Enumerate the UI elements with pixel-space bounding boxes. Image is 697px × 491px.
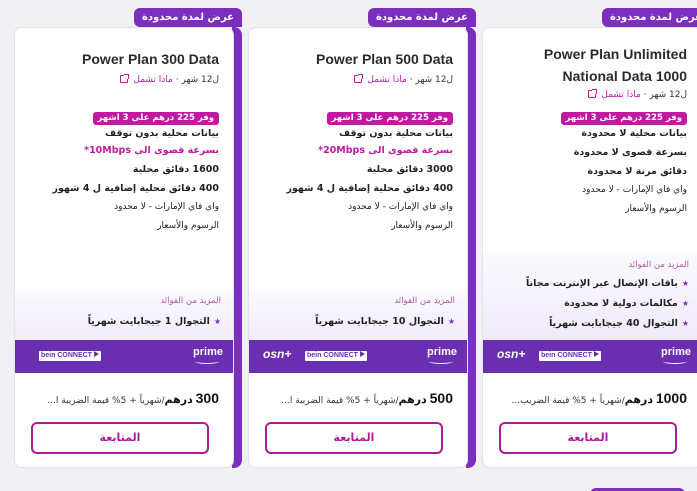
osn-plus-logo: osn+ xyxy=(263,347,292,361)
star-icon: ★ xyxy=(681,319,689,328)
feature-item: دقائق مرنة لا محدودة xyxy=(587,166,687,177)
plan-price: 500 درهم/شهرياً + 5% قيمة الضريبة ا... xyxy=(261,390,453,406)
save-badge: وفر 225 درهم على 3 اشهر xyxy=(92,112,219,125)
feature-list: بيانات محلية بدون توقف بسرعة قصوى الى 10… xyxy=(27,128,219,240)
fees-link[interactable]: الرسوم والأسعار xyxy=(27,221,219,240)
price-amount: 300 xyxy=(195,390,219,406)
limited-offer-badge: عرض لمدة محدودة xyxy=(133,8,242,27)
whats-included-link[interactable]: ماذا تشمل xyxy=(133,75,173,85)
feature-item: واي فاي الإمارات - لا محدود xyxy=(348,202,453,212)
price-currency: درهم xyxy=(624,393,653,406)
limited-offer-badge: عرض لمدة محدودة xyxy=(601,8,697,27)
benefit-item: ★باقات الإتصال عبر الإنترنت مجاناً xyxy=(526,278,689,289)
plan-card-body: Power Plan 500 Data ل12 شهر · ماذا تشمل … xyxy=(248,27,468,468)
feature-item: 1600 دقائق محلية xyxy=(132,164,219,175)
plan-duration-row: ل12 شهر · ماذا تشمل xyxy=(587,89,687,100)
feature-item: واي فاي الإمارات - لا محدود xyxy=(114,202,219,212)
feature-item: بيانات محلية بدون توقف xyxy=(105,128,219,139)
star-icon: ★ xyxy=(447,317,455,326)
plan-card-body: Power Plan 300 Data ل12 شهر · ماذا تشمل … xyxy=(14,27,234,468)
benefit-item: ★التجوال 1 جيجابايت شهرياً xyxy=(87,316,221,327)
prime-logo: prime xyxy=(661,346,691,364)
benefit-item: ★مكالمات دولية لا محدودة xyxy=(564,298,689,309)
prime-logo: prime xyxy=(427,346,457,364)
feature-item: 400 دقائق محلية إضافية ل 4 شهور xyxy=(52,183,219,194)
prime-logo: prime xyxy=(193,346,223,364)
more-benefits-box: المزيد من الفوائد ★باقات الإتصال عبر الإ… xyxy=(483,254,697,340)
bein-connect-logo: bein CONNECT xyxy=(39,351,101,361)
plan-duration-row: ل12 شهر · ماذا تشمل xyxy=(353,74,453,85)
play-icon xyxy=(359,351,365,357)
star-icon: ★ xyxy=(213,317,221,326)
feature-item: بسرعة قصوى الى 20Mbps* xyxy=(318,145,453,156)
star-icon: ★ xyxy=(681,299,689,308)
save-badge: وفر 225 درهم على 3 اشهر xyxy=(560,112,687,125)
price-suffix: /شهرياً + 5% قيمة الضريبة ا... xyxy=(47,396,165,406)
plan-title: Power Plan 300 Data xyxy=(82,51,219,67)
plan-title: Power Plan Unlimited National Data 1000 xyxy=(543,46,687,84)
feature-item: بسرعة قصوى لا محدودة xyxy=(573,147,687,158)
plans-carousel: عرض لمدة محدودة Power Plan 300 Data ل12 … xyxy=(0,0,697,491)
limited-offer-badge: عرض لمدة محدودة xyxy=(367,8,476,27)
plan-card-300: عرض لمدة محدودة Power Plan 300 Data ل12 … xyxy=(14,0,242,470)
external-link-icon[interactable] xyxy=(353,74,363,83)
feature-item: بيانات محلية لا محدودة xyxy=(581,128,687,139)
bein-connect-logo: bein CONNECT xyxy=(305,351,367,361)
external-link-icon[interactable] xyxy=(119,74,129,83)
fees-link[interactable]: الرسوم والأسعار xyxy=(495,204,687,223)
fees-link[interactable]: الرسوم والأسعار xyxy=(261,221,453,240)
benefit-item: ★التجوال 10 جيجابايت شهرياً xyxy=(315,316,455,327)
star-icon: ★ xyxy=(681,279,689,288)
price-suffix: /شهرياً + 5% قيمة الضريبة ا... xyxy=(281,396,399,406)
benefits-label: المزيد من الفوائد xyxy=(394,296,455,306)
feature-item: واي فاي الإمارات - لا محدود xyxy=(582,185,687,195)
whats-included-link[interactable]: ماذا تشمل xyxy=(367,75,407,85)
continue-button[interactable]: المتابعة xyxy=(31,422,209,454)
plan-card-body: Power Plan Unlimited National Data 1000 … xyxy=(482,27,697,468)
price-currency: درهم xyxy=(398,393,427,406)
plan-card-unlimited-1000: عرض لمدة محدودة Power Plan Unlimited Nat… xyxy=(482,0,697,470)
osn-plus-logo: osn+ xyxy=(497,347,526,361)
plan-card-500: عرض لمدة محدودة Power Plan 500 Data ل12 … xyxy=(248,0,476,470)
continue-button[interactable]: المتابعة xyxy=(265,422,443,454)
plan-duration-row: ل12 شهر · ماذا تشمل xyxy=(119,74,219,85)
feature-list: بيانات محلية بدون توقف بسرعة قصوى الى 20… xyxy=(261,128,453,240)
play-icon xyxy=(93,351,99,357)
plan-duration: ل12 شهر · xyxy=(643,90,687,100)
bein-connect-logo: bein CONNECT xyxy=(539,351,601,361)
feature-item: بيانات محلية بدون توقف xyxy=(339,128,453,139)
more-benefits-box: المزيد من الفوائد ★التجوال 1 جيجابايت شه… xyxy=(15,290,233,347)
external-link-icon[interactable] xyxy=(587,89,597,98)
price-suffix: /شهرياً + 5% قيمة الضريب... xyxy=(511,396,625,406)
price-amount: 1000 xyxy=(655,390,687,406)
feature-item: بسرعة قصوى الى 10Mbps* xyxy=(84,145,219,156)
ott-bar: prime bein CONNECT osn+ xyxy=(483,340,697,373)
feature-item: 3000 دقائق محلية xyxy=(366,164,453,175)
play-icon xyxy=(593,351,599,357)
benefits-label: المزيد من الفوائد xyxy=(628,260,689,270)
plan-duration: ل12 شهر · xyxy=(175,75,219,85)
continue-button[interactable]: المتابعة xyxy=(499,422,677,454)
plan-price: 300 درهم/شهرياً + 5% قيمة الضريبة ا... xyxy=(27,390,219,406)
benefit-item: ★التجوال 40 جيجابايت شهرياً xyxy=(549,318,689,329)
plan-duration: ل12 شهر · xyxy=(409,75,453,85)
ott-bar: prime bein CONNECT xyxy=(15,340,233,373)
benefits-label: المزيد من الفوائد xyxy=(160,296,221,306)
plan-price: 1000 درهم/شهرياً + 5% قيمة الضريب... xyxy=(495,390,687,406)
feature-item: 400 دقائق محلية إضافية ل 4 شهور xyxy=(286,183,453,194)
feature-list: بيانات محلية لا محدودة بسرعة قصوى لا محد… xyxy=(495,128,687,223)
price-currency: درهم xyxy=(164,393,193,406)
plan-title: Power Plan 500 Data xyxy=(316,51,453,67)
whats-included-link[interactable]: ماذا تشمل xyxy=(601,90,641,100)
more-benefits-box: المزيد من الفوائد ★التجوال 10 جيجابايت ش… xyxy=(249,290,467,347)
price-amount: 500 xyxy=(429,390,453,406)
ott-bar: prime bein CONNECT osn+ xyxy=(249,340,467,373)
save-badge: وفر 225 درهم على 3 اشهر xyxy=(326,112,453,125)
